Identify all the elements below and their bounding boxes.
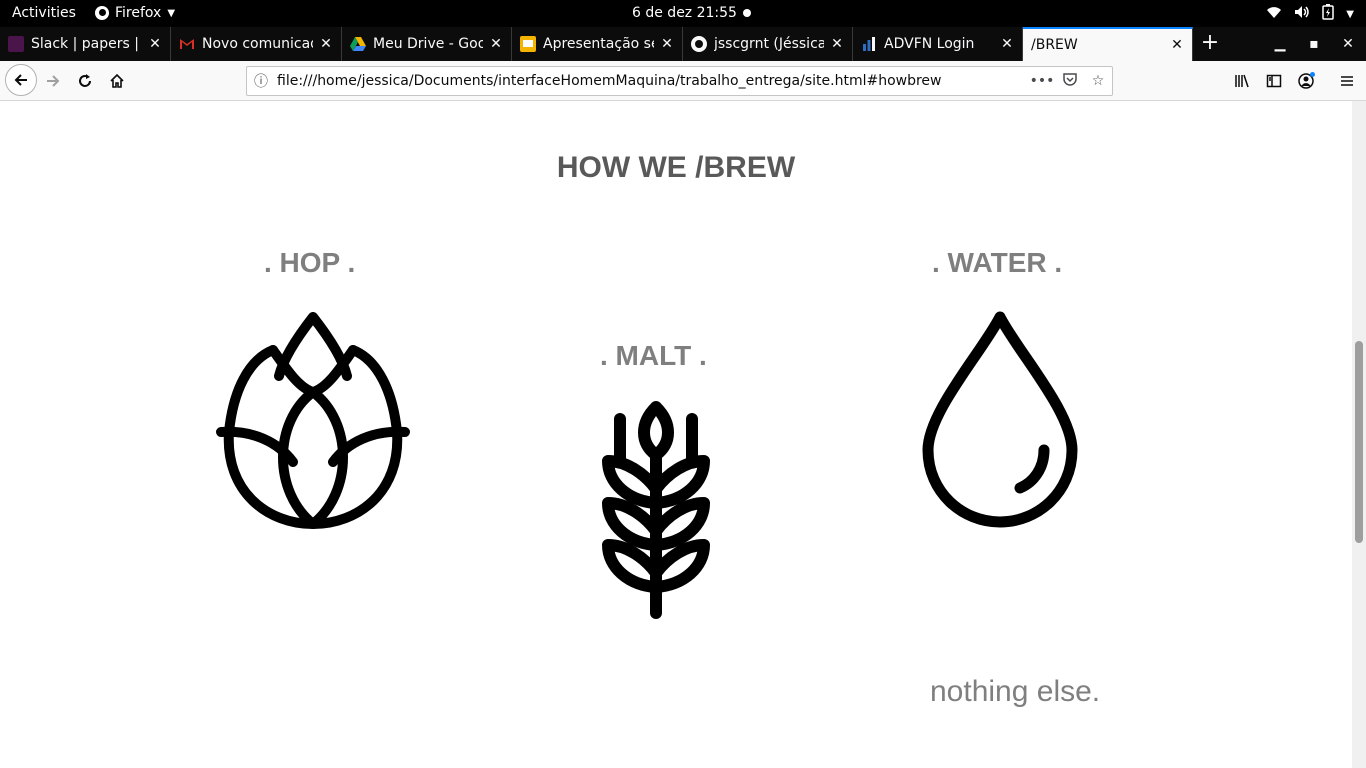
tab-title: Slack | papers | C: [31, 36, 142, 52]
tab-title: Apresentação se: [543, 36, 654, 52]
page-content: HOW WE /BREW . HOP . . MALT . . WATER .: [0, 101, 1352, 768]
account-button[interactable]: [1292, 67, 1320, 95]
hop-label: . HOP .: [264, 247, 356, 278]
tab-title: jsscgrnt (Jéssica: [714, 36, 824, 52]
drive-icon: [350, 36, 366, 52]
close-window-button[interactable]: ✕: [1338, 27, 1358, 61]
tab-gmail[interactable]: Novo comunicad ✕: [171, 27, 342, 61]
notification-dot-icon: [742, 9, 751, 17]
slides-icon: [520, 36, 536, 52]
library-icon: [1235, 74, 1249, 88]
scrollbar-thumb[interactable]: [1355, 341, 1363, 543]
tab-title: Meu Drive - Goo: [373, 36, 483, 52]
clock[interactable]: 6 de dez 21:55: [632, 5, 751, 21]
water-drop-icon: [922, 311, 1078, 528]
info-icon[interactable]: ⓘ: [247, 71, 275, 91]
tab-brew[interactable]: /BREW ✕: [1023, 27, 1193, 61]
gmail-icon: [179, 36, 195, 52]
water-label: . WATER .: [932, 247, 1063, 278]
sidebar-icon: [1266, 74, 1282, 88]
more-actions-icon[interactable]: •••: [1028, 73, 1056, 89]
close-icon[interactable]: ✕: [489, 36, 503, 52]
tab-strip: Slack | papers | C ✕ Novo comunicad ✕ Me…: [0, 27, 1366, 61]
bookmark-star-icon[interactable]: ☆: [1084, 73, 1112, 89]
tab-slack[interactable]: Slack | papers | C ✕: [0, 27, 171, 61]
tab-title: /BREW: [1031, 37, 1078, 53]
new-tab-button[interactable]: +: [1198, 27, 1222, 61]
library-button[interactable]: [1228, 67, 1256, 95]
hamburger-menu-button[interactable]: [1333, 67, 1361, 95]
system-tray[interactable]: ▼: [1266, 4, 1354, 24]
home-button[interactable]: [103, 67, 131, 95]
firefox-icon: [95, 6, 109, 20]
hop-icon: [216, 312, 410, 529]
reload-icon: [79, 74, 91, 87]
back-button[interactable]: [5, 64, 37, 96]
tab-title: ADVFN Login: [884, 36, 975, 52]
slack-icon: [8, 36, 24, 52]
close-icon[interactable]: ✕: [830, 36, 844, 52]
chevron-down-icon: ▼: [1346, 8, 1354, 20]
reload-button[interactable]: [71, 67, 99, 95]
app-menu-label: Firefox: [115, 5, 162, 21]
navigation-toolbar: ⓘ file:///home/jessica/Documents/interfa…: [0, 61, 1366, 101]
activities-button[interactable]: Activities: [12, 5, 76, 21]
section-title: HOW WE /BREW: [556, 151, 796, 184]
pocket-icon[interactable]: [1056, 71, 1084, 91]
forward-button[interactable]: [39, 67, 67, 95]
github-icon: [691, 36, 707, 52]
wifi-icon: [1266, 5, 1282, 23]
system-top-bar: Activities Firefox ▼ 6 de dez 21:55 ▼: [0, 0, 1366, 27]
url-bar[interactable]: ⓘ file:///home/jessica/Documents/interfa…: [246, 66, 1113, 96]
maximize-button[interactable]: ▪: [1304, 27, 1324, 61]
app-menu[interactable]: Firefox ▼: [95, 5, 175, 21]
malt-icon: [602, 401, 710, 619]
chevron-down-icon: ▼: [167, 7, 176, 19]
tab-title: Novo comunicad: [202, 36, 313, 52]
volume-icon: [1294, 5, 1310, 23]
advfn-icon: [861, 36, 877, 52]
tab-advfn[interactable]: ADVFN Login ✕: [853, 27, 1023, 61]
menu-icon: [1341, 76, 1353, 86]
tab-drive[interactable]: Meu Drive - Goo ✕: [342, 27, 512, 61]
close-icon[interactable]: ✕: [148, 36, 162, 52]
close-icon[interactable]: ✕: [1000, 36, 1014, 52]
page-scrollbar[interactable]: [1352, 101, 1366, 768]
account-icon: [1298, 72, 1315, 89]
sidebar-button[interactable]: [1260, 67, 1288, 95]
close-icon[interactable]: ✕: [660, 36, 674, 52]
home-icon: [110, 73, 124, 88]
tab-slides[interactable]: Apresentação se ✕: [512, 27, 683, 61]
tagline: nothing else.: [930, 675, 1101, 708]
battery-icon: [1322, 4, 1335, 24]
clock-label: 6 de dez 21:55: [632, 5, 737, 21]
malt-label: . MALT .: [600, 340, 707, 371]
close-icon[interactable]: ✕: [1170, 37, 1184, 53]
tab-github[interactable]: jsscgrnt (Jéssica ✕: [683, 27, 853, 61]
close-icon[interactable]: ✕: [319, 36, 333, 52]
arrow-left-icon: [14, 74, 27, 86]
arrow-right-icon: [47, 75, 60, 87]
url-text[interactable]: file:///home/jessica/Documents/interface…: [275, 73, 1028, 89]
minimize-button[interactable]: ▁: [1270, 27, 1290, 61]
